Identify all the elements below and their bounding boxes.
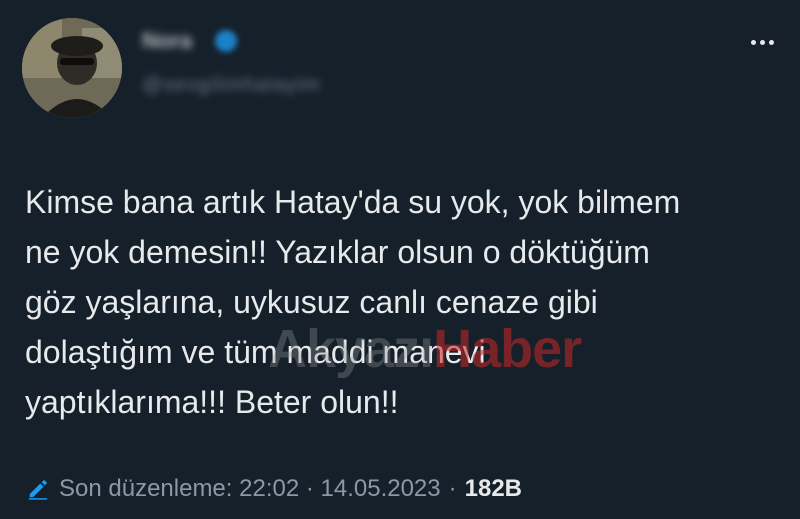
view-count[interactable]: 182B	[465, 475, 522, 503]
display-name[interactable]: Nora	[142, 28, 192, 54]
tweet-card: Nora @sevgilimhatayim Kimse bana artık H…	[0, 0, 800, 519]
tweet-text: Kimse bana artık Hatay'da su yok, yok bi…	[25, 184, 681, 420]
avatar[interactable]	[22, 18, 122, 118]
user-handle[interactable]: @sevgilimhatayim	[142, 74, 321, 97]
verified-badge-icon	[215, 30, 237, 52]
meta-separator: ·	[448, 475, 457, 502]
avatar-photo	[22, 18, 122, 118]
pencil-icon	[28, 480, 48, 500]
edited-timestamp[interactable]: Son düzenleme: 22:02 · 14.05.2023	[59, 475, 441, 503]
more-dots-icon[interactable]	[751, 40, 774, 45]
tweet-meta: Son düzenleme: 22:02 · 14.05.2023 · 182B	[27, 475, 522, 503]
